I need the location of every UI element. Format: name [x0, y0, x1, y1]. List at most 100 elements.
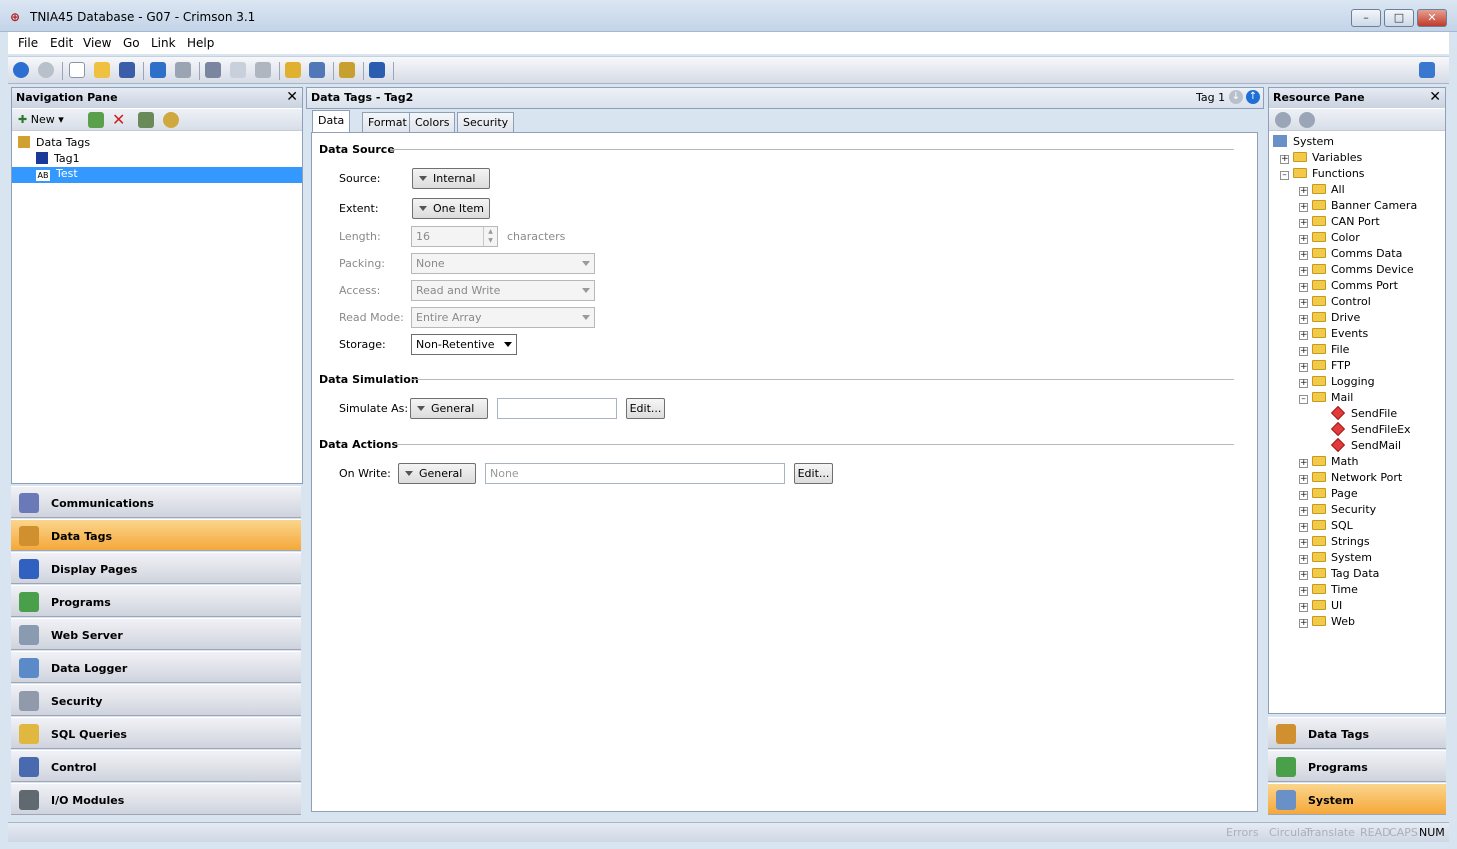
category-programs[interactable]: Programs — [11, 585, 301, 617]
tab-security[interactable]: Security — [457, 112, 515, 132]
close-button[interactable]: ✕ — [1417, 9, 1447, 27]
menu-link[interactable]: Link — [151, 36, 176, 50]
tree-item-function-group[interactable]: Comms Data — [1312, 247, 1402, 262]
new-file-icon[interactable] — [69, 62, 85, 78]
tree-item-variables[interactable]: Variables — [1293, 151, 1362, 166]
add-folder-icon[interactable] — [88, 112, 104, 128]
tree-item-function-group[interactable]: Tag Data — [1312, 567, 1379, 582]
tab-data[interactable]: Data — [312, 110, 351, 133]
on-write-dropdown[interactable]: General — [398, 463, 476, 484]
tree-item-function-group[interactable]: Mail — [1312, 391, 1353, 406]
resource-category-data-tags[interactable]: Data Tags — [1268, 717, 1446, 749]
undo-icon[interactable] — [150, 62, 166, 78]
resource-category-programs[interactable]: Programs — [1268, 750, 1446, 782]
tree-item-function-group[interactable]: SQL — [1312, 519, 1353, 534]
tree-item-function-group[interactable]: Comms Port — [1312, 279, 1398, 294]
tree-item-test[interactable]: AB Test — [12, 167, 302, 183]
tree-item-function-group[interactable]: Web — [1312, 615, 1355, 630]
delete-icon[interactable]: ✕ — [112, 110, 125, 129]
category-web-server[interactable]: Web Server — [11, 618, 301, 650]
tree-item-function-group[interactable]: Events — [1312, 327, 1368, 342]
redo-icon[interactable] — [175, 62, 191, 78]
menu-help[interactable]: Help — [187, 36, 214, 50]
tree-item-function-group[interactable]: UI — [1312, 599, 1342, 614]
tab-colors[interactable]: Colors — [409, 112, 456, 132]
tree-root-system[interactable]: System — [1273, 135, 1334, 150]
tree-item-function-group[interactable]: File — [1312, 343, 1349, 358]
rename-icon[interactable] — [138, 112, 154, 128]
category-communications[interactable]: Communications — [11, 486, 301, 518]
read-mode-select[interactable]: Entire Array — [411, 307, 595, 328]
tree-item-function-group[interactable]: Page — [1312, 487, 1358, 502]
category-display-pages[interactable]: Display Pages — [11, 552, 301, 584]
on-write-edit-button[interactable]: Edit... — [794, 463, 833, 484]
forward-icon[interactable] — [38, 62, 54, 78]
down-arrow-icon[interactable]: ↓ — [1229, 90, 1243, 104]
expand-icon[interactable]: + — [1299, 235, 1308, 244]
minimize-button[interactable]: – — [1351, 9, 1381, 27]
cut-icon[interactable] — [205, 62, 221, 78]
expand-icon[interactable]: + — [1299, 251, 1308, 260]
expand-icon[interactable]: + — [1299, 619, 1308, 628]
close-icon[interactable]: ✕ — [286, 89, 298, 105]
simulate-as-dropdown[interactable]: General — [410, 398, 488, 419]
expand-icon[interactable]: + — [1299, 507, 1308, 516]
category-control[interactable]: Control — [11, 750, 301, 782]
expand-icon[interactable]: + — [1299, 523, 1308, 532]
tree-item-function-group[interactable]: Drive — [1312, 311, 1360, 326]
tree-item-function[interactable]: SendFileEx — [1330, 421, 1411, 438]
tree-item-function-group[interactable]: All — [1312, 183, 1345, 198]
storage-select[interactable]: Non-Retentive — [411, 334, 517, 355]
collapse-icon[interactable]: – — [1299, 395, 1308, 404]
menu-go[interactable]: Go — [123, 36, 140, 50]
tree-item-function-group[interactable]: Math — [1312, 455, 1359, 470]
tree-item-function-group[interactable]: Time — [1312, 583, 1358, 598]
expand-icon[interactable]: + — [1299, 203, 1308, 212]
tree-root-data-tags[interactable]: Data Tags — [18, 136, 90, 151]
up-arrow-icon[interactable]: ↑ — [1246, 90, 1260, 104]
expand-icon[interactable]: + — [1299, 267, 1308, 276]
find-icon[interactable] — [309, 62, 325, 78]
menu-edit[interactable]: Edit — [50, 36, 73, 50]
simulate-value-field[interactable] — [497, 398, 617, 419]
tree-item-function-group[interactable]: Comms Device — [1312, 263, 1414, 278]
tree-item-function-group[interactable]: Logging — [1312, 375, 1375, 390]
expand-icon[interactable]: + — [1299, 571, 1308, 580]
tab-format[interactable]: Format — [362, 112, 413, 132]
on-write-field[interactable]: None — [485, 463, 785, 484]
tree-item-function-group[interactable]: System — [1312, 551, 1372, 566]
search-icon[interactable] — [1275, 112, 1291, 128]
expand-icon[interactable]: + — [1299, 331, 1308, 340]
expand-icon[interactable]: + — [1299, 347, 1308, 356]
expand-icon[interactable]: + — [1299, 187, 1308, 196]
tree-item-functions[interactable]: Functions — [1293, 167, 1365, 182]
expand-icon[interactable]: + — [1299, 475, 1308, 484]
tree-item-function-group[interactable]: FTP — [1312, 359, 1351, 374]
expand-icon[interactable]: + — [1280, 155, 1289, 164]
help-icon[interactable] — [1419, 62, 1435, 78]
expand-icon[interactable]: + — [1299, 363, 1308, 372]
expand-icon[interactable]: + — [1299, 283, 1308, 292]
access-select[interactable]: Read and Write — [411, 280, 595, 301]
copy-icon[interactable] — [230, 62, 246, 78]
tree-item-function-group[interactable]: Network Port — [1312, 471, 1402, 486]
expand-icon[interactable]: + — [1299, 587, 1308, 596]
open-folder-icon[interactable] — [94, 62, 110, 78]
paste-icon[interactable] — [255, 62, 271, 78]
save-icon[interactable] — [119, 62, 135, 78]
expand-icon[interactable]: + — [1299, 459, 1308, 468]
menu-view[interactable]: View — [83, 36, 111, 50]
expand-icon[interactable]: + — [1299, 491, 1308, 500]
category-security[interactable]: Security — [11, 684, 301, 716]
help-icon[interactable] — [1299, 112, 1315, 128]
expand-icon[interactable]: + — [1299, 379, 1308, 388]
collapse-icon[interactable]: – — [1280, 171, 1289, 180]
expand-icon[interactable]: + — [1299, 219, 1308, 228]
expand-icon[interactable]: + — [1299, 603, 1308, 612]
category-sql-queries[interactable]: SQL Queries — [11, 717, 301, 749]
menu-file[interactable]: File — [18, 36, 38, 50]
expand-icon[interactable]: + — [1299, 555, 1308, 564]
link-icon[interactable] — [339, 62, 355, 78]
tree-item-function[interactable]: SendMail — [1330, 437, 1401, 454]
category-io-modules[interactable]: I/O Modules — [11, 783, 301, 815]
